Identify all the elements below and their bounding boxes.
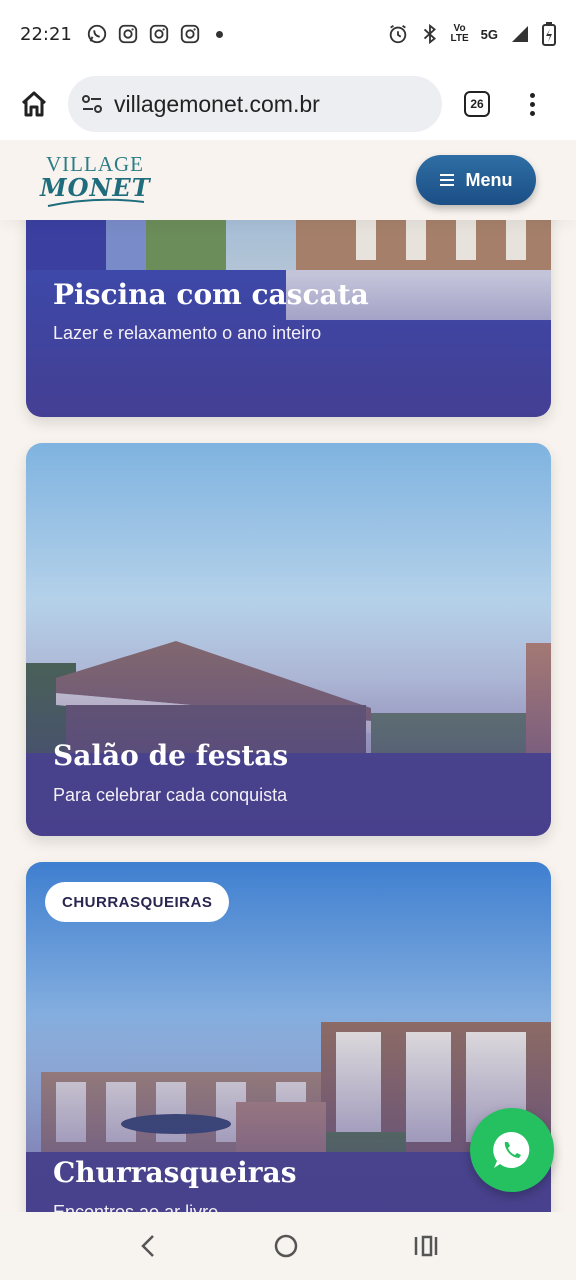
card-title: Churrasqueiras: [53, 1156, 297, 1189]
signal-icon: [512, 26, 528, 42]
more-notifications-dot: [215, 30, 223, 38]
page-content[interactable]: Piscina com cascata Lazer e relaxamento …: [0, 140, 576, 1212]
tab-switcher-button[interactable]: 26: [464, 91, 490, 117]
system-navigation-bar: [0, 1212, 576, 1280]
clock: 22:21: [20, 23, 72, 45]
category-tag: CHURRASQUEIRAS: [45, 882, 230, 922]
instagram-notification-icon: [149, 24, 169, 44]
whatsapp-icon: [493, 1131, 530, 1168]
address-bar[interactable]: villagemonet.com.br: [68, 76, 442, 132]
battery-icon: [542, 22, 556, 46]
instagram-notification-icon: [180, 24, 200, 44]
back-icon[interactable]: [137, 1232, 159, 1260]
menu-button[interactable]: Menu: [416, 155, 536, 205]
status-bar: 22:21 Vo LTE 5G: [0, 0, 576, 68]
home-nav-icon[interactable]: [273, 1233, 299, 1259]
menu-label: Menu: [465, 169, 513, 190]
card-subtitle: Para celebrar cada conquista: [53, 785, 288, 805]
recent-apps-icon[interactable]: [413, 1234, 439, 1258]
site-header: VILLAGE MONET Menu: [0, 140, 576, 220]
volte-indicator: Vo LTE: [450, 23, 469, 44]
card-title: Piscina com cascata: [53, 278, 369, 311]
url-text: villagemonet.com.br: [114, 90, 320, 117]
home-button[interactable]: [16, 86, 52, 122]
instagram-notification-icon: [118, 24, 138, 44]
whatsapp-chat-button[interactable]: [470, 1108, 554, 1192]
card-title: Salão de festas: [53, 739, 289, 772]
whatsapp-notification-icon: [87, 24, 107, 44]
browser-toolbar: villagemonet.com.br 26: [0, 68, 576, 140]
card-subtitle: Lazer e relaxamento o ano inteiro: [53, 323, 322, 343]
home-icon: [21, 91, 47, 117]
network-type: 5G: [480, 26, 498, 42]
village-monet-logo[interactable]: VILLAGE MONET: [40, 152, 150, 210]
alarm-icon: [389, 24, 406, 44]
browser-menu-button[interactable]: [530, 92, 535, 116]
amenity-card-party-hall[interactable]: Salão de festas Para celebrar cada conqu…: [26, 443, 551, 836]
bluetooth-icon: [423, 23, 436, 45]
hamburger-icon: [439, 174, 454, 186]
card-subtitle: Encontros ao ar livre: [53, 1202, 219, 1212]
site-settings-icon[interactable]: [80, 92, 104, 116]
